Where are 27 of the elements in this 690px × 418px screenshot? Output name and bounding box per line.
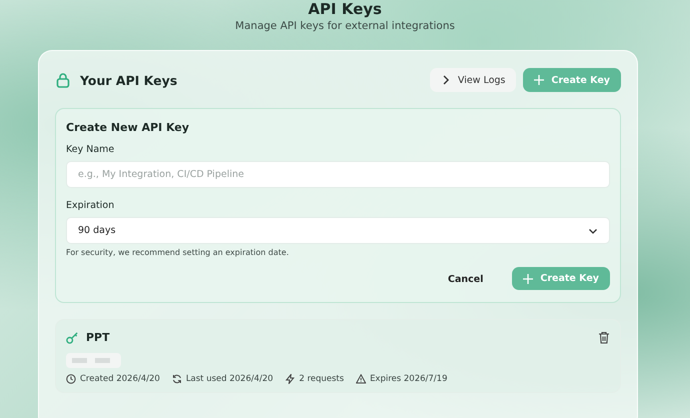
chevron-right-icon xyxy=(440,75,451,85)
field-label: Key Name xyxy=(66,144,116,155)
page-title: API Keys xyxy=(307,0,383,19)
key-meta-text: 2 requests xyxy=(299,374,344,384)
lock-icon xyxy=(55,72,71,88)
key-meta-text: Expires 2026/7/19 xyxy=(370,374,448,384)
hint-text: For security, we recommend setting an expiration date. xyxy=(66,248,290,257)
key-name: PPT xyxy=(86,331,110,344)
expiration-select[interactable]: 90 days xyxy=(66,217,610,244)
key-icon xyxy=(66,331,79,344)
page-subtitle: Manage API keys for external integrations xyxy=(234,20,456,32)
field-label: Expiration xyxy=(66,200,116,211)
warning-icon xyxy=(356,374,366,384)
plus-icon xyxy=(523,274,534,284)
trash-icon[interactable] xyxy=(598,331,610,344)
section-title: Your API Keys xyxy=(80,72,178,88)
view-logs-button[interactable]: View Logs xyxy=(430,68,516,92)
key-meta-text: Created 2026/4/20 xyxy=(80,374,160,384)
cancel-button[interactable]: Cancel xyxy=(436,267,494,291)
lightning-icon xyxy=(285,374,296,384)
plus-icon xyxy=(534,75,544,85)
refresh-icon xyxy=(172,374,182,384)
form-title: Create New API Key xyxy=(66,121,190,134)
clock-icon xyxy=(66,374,76,384)
masked-key-placeholder xyxy=(66,353,121,368)
key-meta-text: Last used 2026/4/20 xyxy=(186,374,274,384)
key-name-field[interactable]: e.g., My Integration, CI/CD Pipeline xyxy=(66,161,610,188)
